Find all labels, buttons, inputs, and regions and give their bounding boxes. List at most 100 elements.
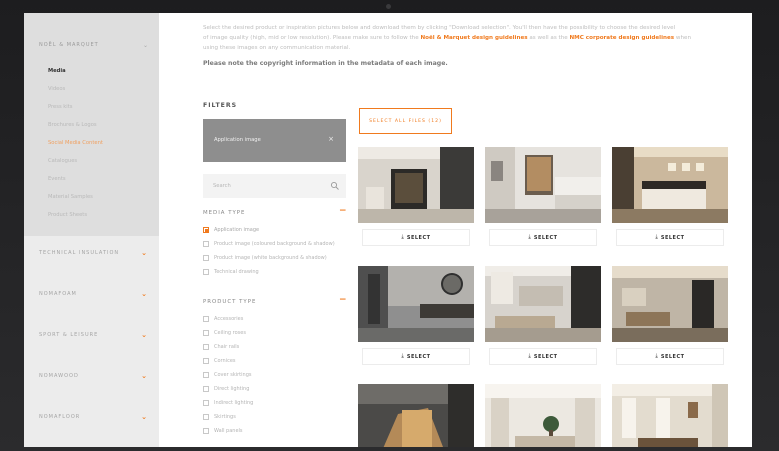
option-label: Technical drawing [214,269,259,275]
product-option-chair-rails[interactable]: Chair rails [203,344,239,350]
gallery-card[interactable]: ⤓ SELECT [485,266,601,366]
product-option-wall-panels[interactable]: Wall panels [203,428,243,434]
thumbnail-image[interactable] [612,266,728,342]
copyright-notice: Please note the copyright information in… [203,60,448,67]
media-option-application[interactable]: Application image [203,227,259,233]
product-option-cornices[interactable]: Cornices [203,358,236,364]
sidebar-item-brochures[interactable]: Brochures & Logos [48,122,97,128]
sidebar-item-videos[interactable]: Videos [48,86,65,92]
collapse-media-type-icon[interactable]: − [339,206,347,216]
sidebar-item-press-kits[interactable]: Press kits [48,104,72,110]
sidebar-item-product-sheets[interactable]: Product Sheets [48,212,87,218]
sidebar-item-material-samples[interactable]: Material Samples [48,194,93,200]
checkbox[interactable] [203,330,209,336]
checkbox[interactable] [203,358,209,364]
product-option-direct-lighting[interactable]: Direct lighting [203,386,249,392]
gallery-card[interactable]: ⤓ SELECT [358,147,474,247]
thumbnail-image[interactable] [358,266,474,342]
media-option-technical-drawing[interactable]: Technical drawing [203,269,259,275]
select-label: SELECT [406,353,431,360]
search-icon[interactable] [330,181,340,191]
select-button[interactable]: ⤓ SELECT [362,229,470,246]
checkbox[interactable] [203,372,209,378]
checkbox[interactable] [203,386,209,392]
chevron-down-icon: ⌄ [141,372,147,380]
thumbnail-image[interactable] [612,147,728,223]
thumbnail-image[interactable] [485,384,601,447]
product-option-cover-skirtings[interactable]: Cover skirtings [203,372,251,378]
sidebar-category-technical-insulation[interactable]: TECHNICAL INSULATION ⌄ [39,249,147,257]
sidebar-category-sport-leisure[interactable]: SPORT & LEISURE ⌄ [39,331,147,339]
option-label: Product image (white background & shadow… [214,255,327,261]
gallery-card[interactable] [612,384,728,447]
product-option-ceiling-roses[interactable]: Ceiling roses [203,330,246,336]
download-icon: ⤓ [401,234,404,240]
gallery-card[interactable]: ⤓ SELECT [358,266,474,366]
download-icon: ⤓ [401,353,404,359]
sidebar: NOËL & MARQUET ⌄ Media Videos Press kits… [24,13,159,447]
sidebar-category-nomafoam[interactable]: NOMAFOAM ⌄ [39,290,147,298]
option-label: Cornices [214,358,236,364]
intro-line-1: Select the desired product or inspiratio… [203,25,676,31]
option-label: Product image (coloured background & sha… [214,241,335,247]
category-label: NOMAFLOOR [39,414,81,420]
sidebar-item-media[interactable]: Media [48,68,66,74]
thumbnail-image[interactable] [358,384,474,447]
close-icon[interactable]: × [328,135,334,143]
sidebar-item-events[interactable]: Events [48,176,66,182]
option-label: Wall panels [214,428,243,434]
media-option-product-coloured[interactable]: Product image (coloured background & sha… [203,241,335,247]
sidebar-item-catalogues[interactable]: Catalogues [48,158,77,164]
checkbox[interactable] [203,316,209,322]
gallery-card[interactable]: ⤓ SELECT [612,266,728,366]
intro-line-3: using these images on any communication … [203,45,351,51]
select-button[interactable]: ⤓ SELECT [616,348,724,365]
gallery-card[interactable] [358,384,474,447]
download-icon: ⤓ [655,234,658,240]
checkbox-checked[interactable] [203,227,209,233]
media-option-product-white[interactable]: Product image (white background & shadow… [203,255,327,261]
thumbnail-image[interactable] [485,266,601,342]
sidebar-category-nomafloor[interactable]: NOMAFLOOR ⌄ [39,413,147,421]
product-option-accessories[interactable]: Accessories [203,316,243,322]
media-dropdown[interactable]: Application image × [203,119,346,162]
sidebar-item-social-media[interactable]: Social Media Content [48,140,103,146]
select-label: SELECT [660,234,685,241]
corporate-guidelines-link[interactable]: NMC corporate design guidelines [569,35,674,41]
gallery-card[interactable]: ⤓ SELECT [612,147,728,247]
thumbnail-image[interactable] [358,147,474,223]
checkbox[interactable] [203,428,209,434]
search-field[interactable]: Search [203,174,346,198]
checkbox[interactable] [203,344,209,350]
design-guidelines-link[interactable]: Noël & Marquet design guidelines [420,35,527,41]
webcam [386,4,391,9]
select-all-button[interactable]: SELECT ALL FILES (12) [359,108,452,134]
filters-title: FILTERS [203,102,238,109]
sidebar-header-noel-marquet[interactable]: NOËL & MARQUET ⌄ [39,39,149,51]
option-label: Indirect lighting [214,400,254,406]
select-button[interactable]: ⤓ SELECT [362,348,470,365]
checkbox[interactable] [203,414,209,420]
dropdown-value: Application image [214,137,261,143]
gallery-card[interactable] [485,384,601,447]
checkbox[interactable] [203,241,209,247]
checkbox[interactable] [203,400,209,406]
option-label: Cover skirtings [214,372,252,378]
select-button[interactable]: ⤓ SELECT [489,348,597,365]
thumbnail-image[interactable] [612,384,728,447]
select-button[interactable]: ⤓ SELECT [489,229,597,246]
checkbox[interactable] [203,255,209,261]
product-option-skirtings[interactable]: Skirtings [203,414,236,420]
sidebar-category-nomawood[interactable]: NOMAWOOD ⌄ [39,372,147,380]
gallery-card[interactable]: ⤓ SELECT [485,147,601,247]
chevron-down-icon: ⌄ [141,249,147,257]
sidebar-header-label: NOËL & MARQUET [39,42,99,48]
collapse-product-type-icon[interactable]: − [339,295,347,305]
option-label: Skirtings [214,414,236,420]
checkbox[interactable] [203,269,209,275]
thumbnail-image[interactable] [485,147,601,223]
chevron-down-icon: ⌄ [141,413,147,421]
select-label: SELECT [660,353,685,360]
select-button[interactable]: ⤓ SELECT [616,229,724,246]
product-option-indirect-lighting[interactable]: Indirect lighting [203,400,253,406]
